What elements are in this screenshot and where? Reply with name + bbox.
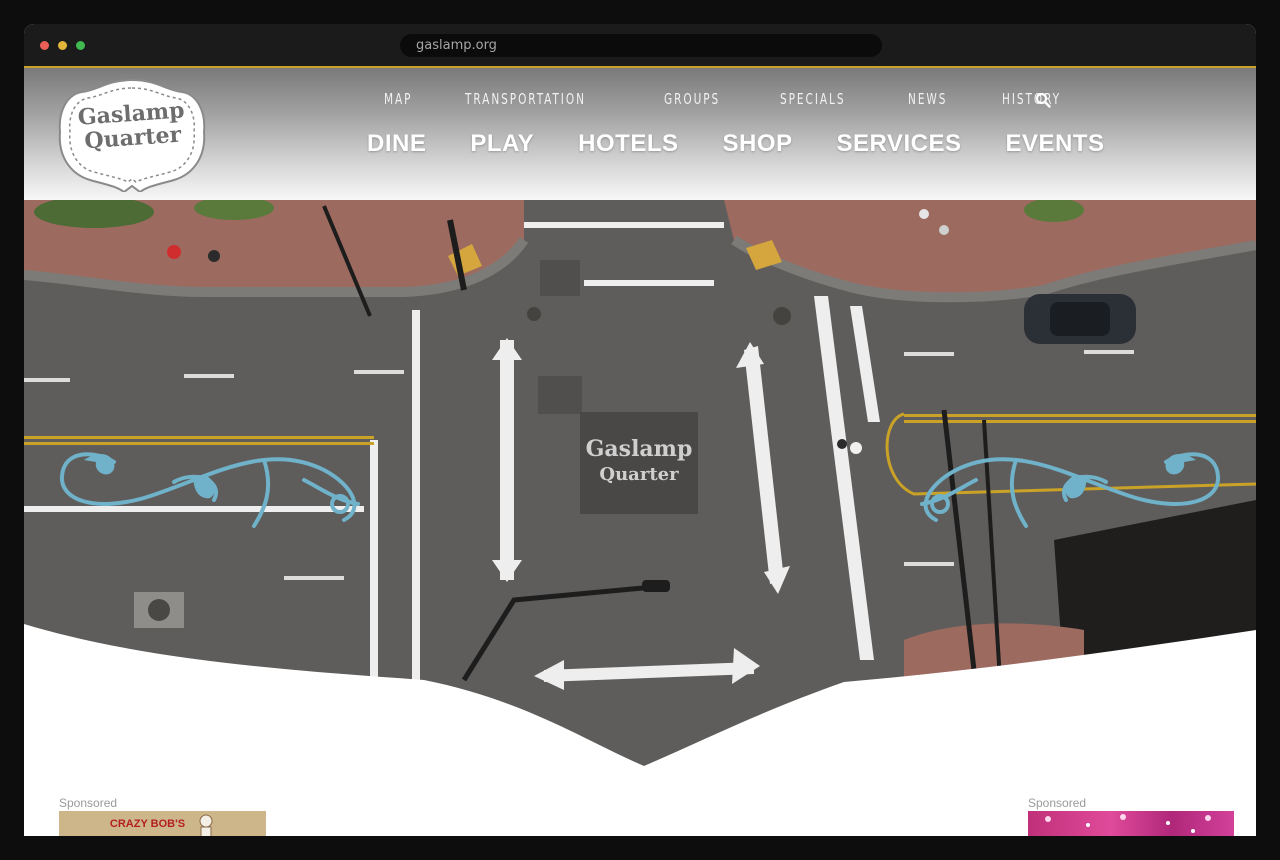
ad-mascot-icon bbox=[199, 814, 213, 836]
nav-history[interactable]: HISTORY bbox=[1002, 90, 1061, 108]
site-header: Gaslamp Quarter MAP TRANSPORTATION GROUP… bbox=[24, 68, 1256, 200]
nav-news[interactable]: NEWS bbox=[908, 90, 947, 108]
primary-nav: DINE PLAY HOTELS SHOP SERVICES EVENTS bbox=[367, 128, 1148, 160]
aerial-intersection-image: Gaslamp Quarter bbox=[24, 200, 1256, 790]
close-window-button[interactable] bbox=[40, 41, 49, 50]
browser-window: gaslamp.org Gaslamp Quarter MAP TRANSPOR… bbox=[24, 24, 1256, 836]
nav-shop[interactable]: SHOP bbox=[723, 130, 793, 158]
stencil-line1: Gaslamp bbox=[586, 436, 693, 462]
sponsored-label-right: Sponsored bbox=[1028, 796, 1087, 810]
stencil-line2: Quarter bbox=[599, 464, 679, 485]
secondary-nav: MAP TRANSPORTATION GROUPS SPECIALS NEWS … bbox=[384, 88, 1122, 110]
search-icon[interactable] bbox=[1035, 92, 1051, 108]
nav-dine[interactable]: DINE bbox=[367, 130, 426, 158]
nav-services[interactable]: SERVICES bbox=[837, 130, 962, 158]
maximize-window-button[interactable] bbox=[76, 41, 85, 50]
hero-video[interactable]: Gaslamp Quarter bbox=[24, 200, 1256, 790]
ad-concert-image bbox=[1045, 814, 1211, 833]
nav-transportation[interactable]: TRANSPORTATION bbox=[465, 90, 586, 108]
nav-specials[interactable]: SPECIALS bbox=[780, 90, 845, 108]
ad-banner-right[interactable] bbox=[1028, 811, 1234, 836]
address-bar[interactable]: gaslamp.org bbox=[400, 34, 882, 57]
browser-chrome: gaslamp.org bbox=[24, 24, 1256, 68]
nav-hotels[interactable]: HOTELS bbox=[578, 130, 678, 158]
nav-groups[interactable]: GROUPS bbox=[664, 90, 720, 108]
nav-map[interactable]: MAP bbox=[384, 90, 412, 108]
nav-play[interactable]: PLAY bbox=[470, 130, 534, 158]
ad-banner-left[interactable]: CRAZY BOB'S bbox=[59, 811, 266, 836]
gaslamp-logo[interactable]: Gaslamp Quarter bbox=[56, 76, 208, 194]
minimize-window-button[interactable] bbox=[58, 41, 67, 50]
nav-events[interactable]: EVENTS bbox=[1005, 130, 1104, 158]
ad-left-text: CRAZY BOB'S bbox=[109, 818, 186, 830]
sponsored-label-left: Sponsored bbox=[59, 796, 118, 810]
